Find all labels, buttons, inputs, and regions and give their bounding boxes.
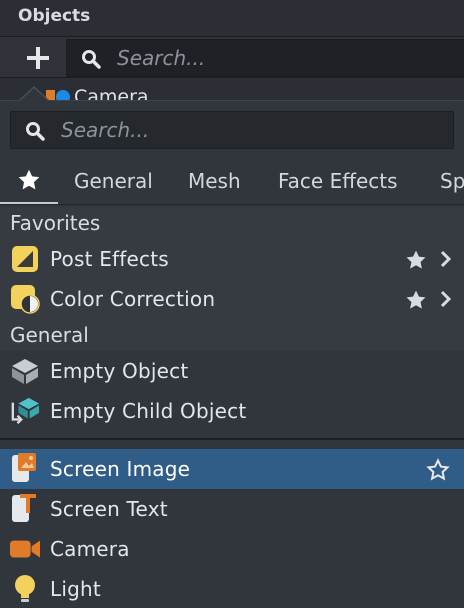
screen-text-icon [10,494,40,523]
panel-title: Objects [18,6,91,26]
popup-search-field[interactable] [10,111,454,149]
light-icon [10,575,40,603]
plus-icon [27,47,49,69]
list-item-screen-text[interactable]: Screen Text [0,489,464,529]
list-item-label: Empty Object [50,359,189,383]
list-item-label: Screen Image [50,457,191,481]
objects-search-input[interactable] [117,40,447,76]
list-item-label: Post Effects [50,247,169,271]
camera-icon [10,535,40,563]
section-header-favorites: Favorites [0,207,464,239]
color-correction-icon [10,285,40,314]
list-item-label: Light [50,577,101,601]
list-divider [0,438,464,440]
post-effects-icon [10,245,40,273]
objects-panel: Objects Camera [0,0,464,108]
star-outline-icon[interactable] [426,458,450,482]
list-item-post-effects[interactable]: Post Effects [0,239,464,279]
section-header-general: General [0,319,464,351]
popup-caret [20,88,48,101]
empty-object-icon [10,357,40,385]
star-icon[interactable] [404,248,428,272]
objects-toolbar [0,36,464,78]
screen-image-icon [10,453,40,483]
objects-search-field[interactable] [66,39,464,77]
add-object-popup: General Mesh Face Effects Sp Favorites P… [0,100,464,608]
tab-mesh[interactable]: Mesh [188,157,241,204]
tab-general[interactable]: General [74,157,153,204]
tab-favorites[interactable] [0,157,58,204]
add-object-button[interactable] [8,37,68,79]
popup-search-input[interactable] [61,112,441,148]
chevron-right-icon[interactable] [440,290,452,308]
list-item-screen-image[interactable]: Screen Image [0,449,464,489]
search-icon [82,50,101,69]
list-item-empty-object[interactable]: Empty Object [0,351,464,391]
tab-sp-truncated[interactable]: Sp [440,157,464,204]
list-item-light[interactable]: Light [0,569,464,608]
list-item-color-correction[interactable]: Color Correction [0,279,464,319]
chevron-right-icon[interactable] [440,250,452,268]
category-tabs: General Mesh Face Effects Sp [0,157,464,205]
empty-child-object-icon [10,397,40,425]
list-item-label: Color Correction [50,287,216,311]
tab-face-effects[interactable]: Face Effects [278,157,398,204]
star-icon [18,169,40,189]
list-item-label: Empty Child Object [50,399,247,423]
list-item-label: Screen Text [50,497,168,521]
list-item-label: Camera [50,537,130,561]
list-item-camera[interactable]: Camera [0,529,464,569]
star-icon[interactable] [404,288,428,312]
list-item-empty-child-object[interactable]: Empty Child Object [0,391,464,431]
search-icon [26,122,45,141]
